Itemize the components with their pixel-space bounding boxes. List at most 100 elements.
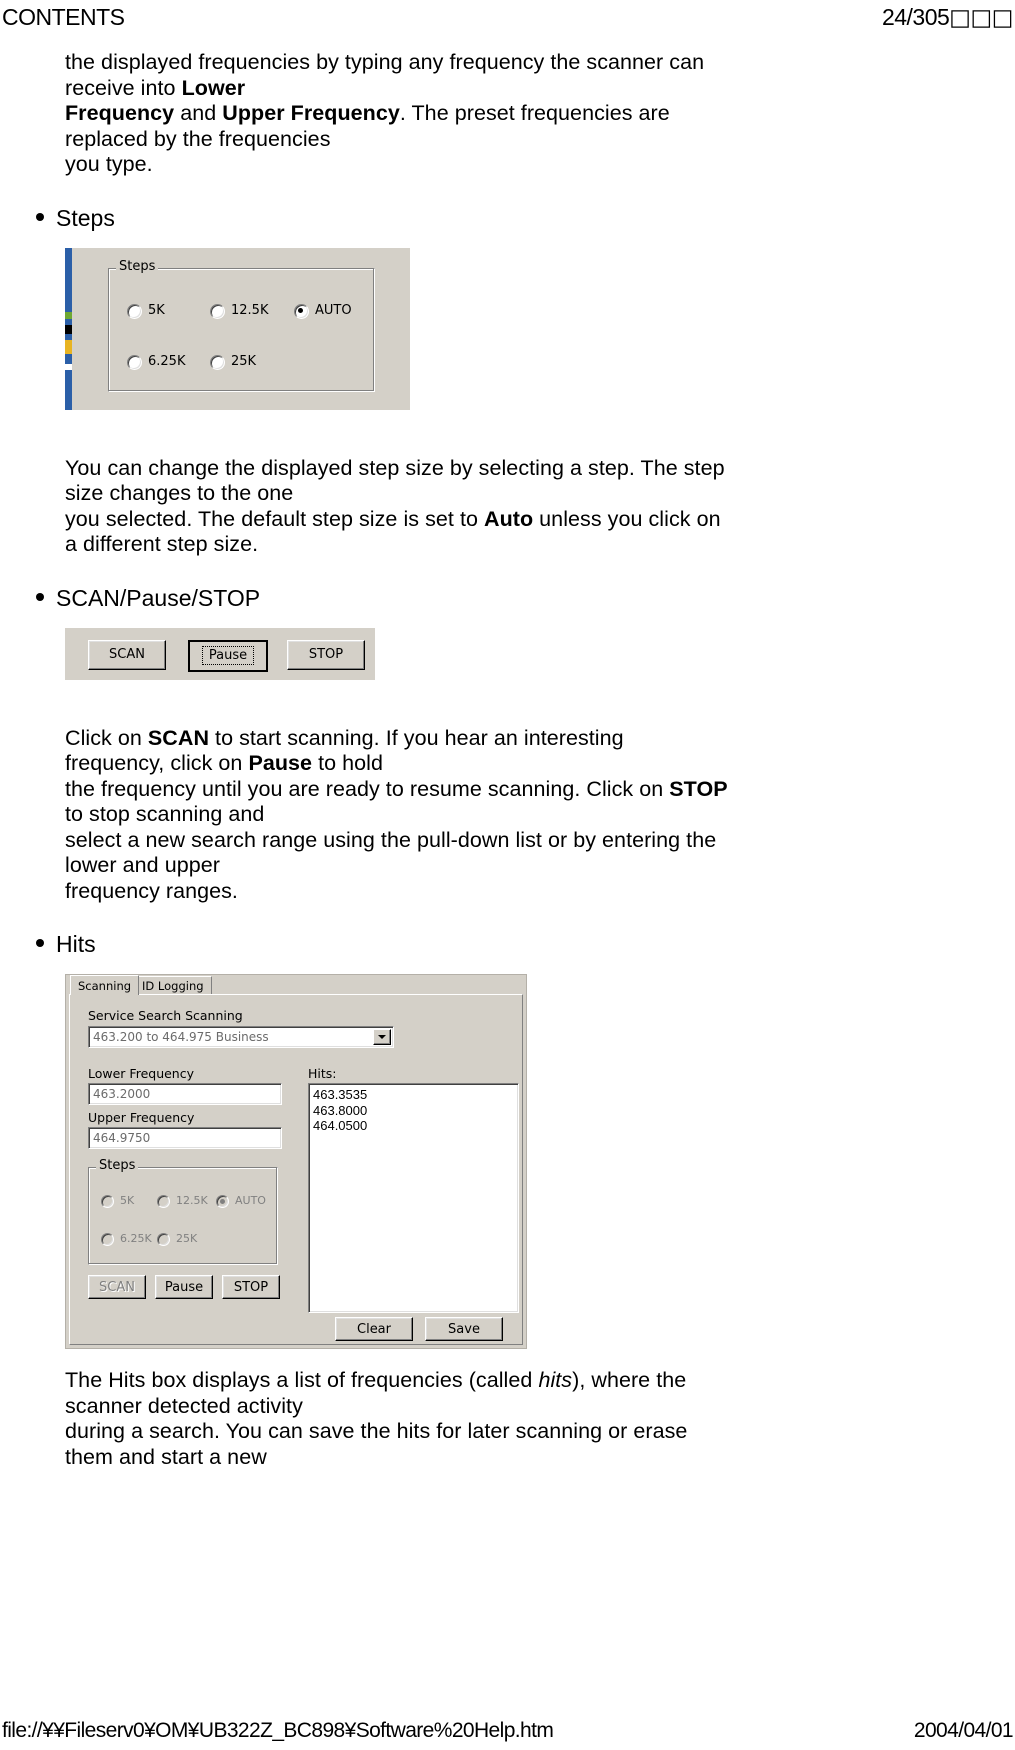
dialog-pause-label: Pause	[164, 1279, 204, 1295]
service-search-combobox[interactable]: 463.200 to 464.975 Business	[88, 1026, 394, 1048]
bullet-item-steps: Steps	[0, 204, 1015, 232]
steps-line-4: a different step size.	[65, 532, 259, 556]
dialog-tabstrip: Scanning ID Logging	[66, 975, 526, 995]
radio-step-5k[interactable]: 5K	[127, 303, 165, 319]
bullet-item-hits: Hits	[0, 930, 1015, 958]
radio-label: 6.25K	[120, 1232, 152, 1245]
footer-file-path: file://¥¥Fileserv0¥OM¥UB322Z_BC898¥Softw…	[2, 1719, 554, 1742]
save-button[interactable]: Save	[425, 1317, 503, 1341]
figure-scanning-dialog: Scanning ID Logging Service Search Scann…	[65, 974, 527, 1349]
scan-line-1-bold: SCAN	[147, 725, 210, 750]
dialog-scan-label: SCAN	[99, 1279, 135, 1295]
hits-line-1-italic: hits	[538, 1368, 573, 1392]
scan-paragraph: Click on SCAN to start scanning. If you …	[0, 726, 1015, 905]
intro-line-5: you type.	[65, 152, 153, 176]
dialog-steps-groupbox: Steps 5K 12.5K AUTO 6.25K 25K	[88, 1159, 278, 1265]
bullet-label-scan: SCAN/Pause/STOP	[56, 584, 261, 611]
list-item[interactable]: 463.3535	[313, 1087, 518, 1103]
radio-knob-icon	[127, 303, 142, 319]
scan-button[interactable]: SCAN	[88, 639, 166, 670]
dialog-pause-button[interactable]: Pause	[155, 1275, 213, 1299]
tab-label: ID Logging	[142, 979, 204, 993]
tab-id-logging[interactable]: ID Logging	[134, 976, 212, 995]
bullet-label-hits: Hits	[56, 931, 96, 957]
dialog-radio-step-auto[interactable]: AUTO	[216, 1194, 266, 1208]
dialog-radio-step-12-5k[interactable]: 12.5K	[157, 1194, 208, 1208]
page-header-pagination: 24/305□□□	[882, 0, 1014, 35]
bullet-dot-icon	[36, 212, 44, 221]
hits-label: Hits:	[308, 1066, 337, 1081]
steps-line-2: size changes to the one	[65, 481, 294, 505]
scan-line-4: to stop scanning and	[65, 802, 265, 826]
scan-line-1-mid: to start scanning. If you hear an intere…	[209, 725, 624, 750]
tab-scanning[interactable]: Scanning	[70, 975, 140, 995]
dialog-scan-button[interactable]: SCAN	[88, 1275, 146, 1299]
steps-line-1: You can change the displayed step size b…	[65, 455, 725, 480]
radio-knob-icon	[294, 303, 309, 319]
radio-label: AUTO	[315, 303, 352, 318]
bullet-label-steps: Steps	[56, 204, 115, 231]
radio-step-auto[interactable]: AUTO	[294, 303, 352, 319]
dialog-steps-caption: Steps	[96, 1159, 139, 1173]
save-button-label: Save	[448, 1321, 480, 1337]
pause-button-label: Pause	[201, 646, 255, 665]
radio-label: 12.5K	[176, 1194, 208, 1207]
radio-step-25k[interactable]: 25K	[210, 354, 256, 370]
hits-line-2: scanner detected activity	[65, 1393, 303, 1418]
radio-knob-icon	[127, 354, 142, 370]
upper-frequency-label: Upper Frequency	[88, 1110, 195, 1125]
footer-date: 2004/04/01	[913, 1719, 1014, 1742]
stop-button[interactable]: STOP	[287, 639, 365, 670]
dialog-tab-body: Service Search Scanning 463.200 to 464.9…	[69, 994, 523, 1345]
radio-label: AUTO	[235, 1194, 266, 1207]
upper-frequency-input[interactable]: 464.9750	[88, 1127, 282, 1149]
intro-line-1: the displayed frequencies by typing any …	[65, 50, 705, 74]
hits-line-4: them and start a new	[65, 1444, 267, 1469]
intro-paragraph: the displayed frequencies by typing any …	[0, 50, 1015, 178]
hits-listbox[interactable]: 463.3535 463.8000 464.0500	[308, 1083, 519, 1313]
dialog-radio-step-25k[interactable]: 25K	[157, 1232, 197, 1246]
page-header-title: CONTENTS	[2, 4, 125, 30]
lower-frequency-input[interactable]: 463.2000	[88, 1083, 282, 1105]
radio-step-12-5k[interactable]: 12.5K	[210, 303, 269, 319]
bullet-dot-icon	[36, 592, 44, 601]
steps-groupbox: Steps 5K 12.5K AUTO 6.25K 25K	[108, 259, 375, 392]
intro-line-2-bold: Lower	[181, 75, 246, 100]
hits-line-1-pre: The Hits box displays a list of frequenc…	[65, 1368, 539, 1392]
radio-knob-icon	[101, 1194, 114, 1208]
dialog-stop-label: STOP	[233, 1279, 269, 1295]
radio-step-6-25k[interactable]: 6.25K	[127, 354, 186, 370]
upper-frequency-value: 464.9750	[93, 1131, 151, 1145]
dialog-radio-step-5k[interactable]: 5K	[101, 1194, 134, 1208]
bullet-dot-icon	[36, 939, 44, 947]
service-search-value: 463.200 to 464.975 Business	[93, 1030, 269, 1044]
hits-paragraph: The Hits box displays a list of frequenc…	[0, 1368, 1015, 1470]
scan-line-6: lower and upper	[65, 853, 220, 877]
scan-line-2-post: to hold	[312, 751, 383, 775]
chevron-down-icon[interactable]	[373, 1029, 391, 1045]
lower-frequency-value: 463.2000	[93, 1087, 151, 1101]
radio-knob-icon	[157, 1194, 170, 1208]
hits-line-3: during a search. You can save the hits f…	[65, 1419, 688, 1443]
radio-label: 6.25K	[148, 354, 186, 369]
figure-scan-buttons: SCAN Pause STOP	[65, 627, 375, 680]
intro-line-3-mid: and	[174, 101, 223, 125]
intro-line-3-bold-1: Frequency	[65, 101, 175, 125]
steps-line-3-post: unless you click on	[533, 506, 721, 531]
pause-button[interactable]: Pause	[188, 639, 268, 672]
intro-line-4: replaced by the frequencies	[65, 126, 331, 151]
clear-button-label: Clear	[357, 1321, 391, 1337]
radio-knob-icon	[210, 303, 225, 319]
scan-line-2-bold: Pause	[248, 751, 313, 775]
radio-knob-icon	[157, 1232, 170, 1246]
dialog-radio-step-6-25k[interactable]: 6.25K	[101, 1232, 152, 1246]
page-header: CONTENTS 24/305□□□	[0, 0, 1015, 34]
radio-label: 12.5K	[231, 303, 269, 318]
radio-knob-icon	[210, 354, 225, 370]
document-content: the displayed frequencies by typing any …	[0, 50, 1015, 1470]
clear-button[interactable]: Clear	[335, 1317, 413, 1341]
list-item[interactable]: 463.8000	[313, 1103, 518, 1119]
list-item[interactable]: 464.0500	[313, 1118, 518, 1134]
lower-frequency-label: Lower Frequency	[88, 1066, 194, 1081]
dialog-stop-button[interactable]: STOP	[222, 1275, 280, 1299]
